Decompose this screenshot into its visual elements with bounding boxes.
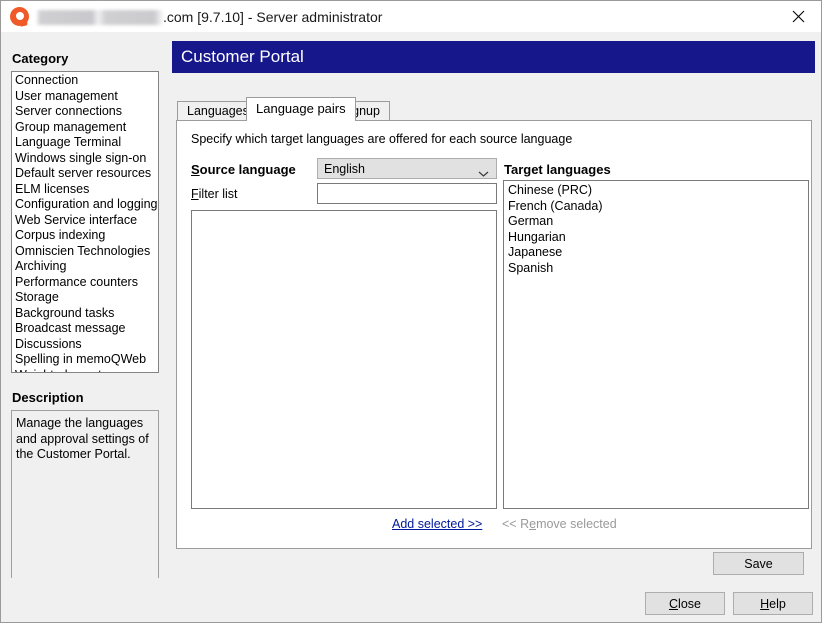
sidebar-item-omniscien-technologies[interactable]: Omniscien Technologies <box>12 244 158 260</box>
close-button[interactable]: Close <box>645 592 725 615</box>
sidebar-item-corpus-indexing[interactable]: Corpus indexing <box>12 228 158 244</box>
close-button-accel: C <box>669 597 678 611</box>
source-language-dropdown[interactable]: English <box>317 158 497 179</box>
sidebar-item-performance-counters[interactable]: Performance counters <box>12 275 158 291</box>
source-language-label-rest: ource language <box>200 162 296 177</box>
remove-selected-link: << Remove selected <box>502 517 617 531</box>
tab-language-pairs[interactable]: Language pairs <box>246 97 356 121</box>
description-box: Manage the languages and approval settin… <box>11 410 159 594</box>
sidebar-item-connection[interactable]: Connection <box>12 73 158 89</box>
memoq-logo-icon <box>10 7 30 27</box>
sidebar-item-background-tasks[interactable]: Background tasks <box>12 306 158 322</box>
filter-list-label-rest: ilter list <box>199 187 238 201</box>
description-heading: Description <box>2 390 84 405</box>
source-language-label: Source language <box>191 162 296 177</box>
content-pane: Customer Portal Languages Language pairs… <box>172 41 815 578</box>
target-language-item[interactable]: Spanish <box>504 261 808 277</box>
sidebar-item-windows-single-sign-on[interactable]: Windows single sign-on <box>12 151 158 167</box>
target-languages-listbox[interactable]: Chinese (PRC)French (Canada)GermanHungar… <box>503 180 809 509</box>
sidebar-item-group-management[interactable]: Group management <box>12 120 158 136</box>
category-heading: Category <box>2 51 68 66</box>
target-language-item[interactable]: French (Canada) <box>504 199 808 215</box>
sidebar-item-language-terminal[interactable]: Language Terminal <box>12 135 158 151</box>
description-text: Manage the languages and approval settin… <box>16 416 152 463</box>
language-pairs-panel: Specify which target languages are offer… <box>176 120 812 549</box>
sidebar-item-weighted-counts[interactable]: Weighted counts <box>12 368 158 374</box>
window-titlebar: .com [9.7.10] - Server administrator <box>1 1 821 32</box>
target-languages-label: Target languages <box>504 162 611 177</box>
page-title: Customer Portal <box>172 47 304 67</box>
help-button[interactable]: Help <box>733 592 813 615</box>
sidebar-item-discussions[interactable]: Discussions <box>12 337 158 353</box>
filter-list-label-accel: F <box>191 187 199 201</box>
sidebar-item-broadcast-message[interactable]: Broadcast message <box>12 321 158 337</box>
filter-list-input[interactable] <box>317 183 497 204</box>
add-selected-text: dd selected >> <box>400 517 482 531</box>
remove-selected-after: move selected <box>536 517 617 531</box>
tabstrip: Languages Language pairs Signup <box>172 99 815 121</box>
category-listbox[interactable]: ConnectionUser managementServer connecti… <box>11 71 159 373</box>
save-button[interactable]: Save <box>713 552 804 575</box>
filter-list-label: Filter list <box>191 187 238 201</box>
sidebar-item-server-connections[interactable]: Server connections <box>12 104 158 120</box>
source-language-value: English <box>318 162 365 176</box>
target-language-item[interactable]: Chinese (PRC) <box>504 183 808 199</box>
sidebar-item-default-server-resources[interactable]: Default server resources <box>12 166 158 182</box>
sidebar-item-elm-licenses[interactable]: ELM licenses <box>12 182 158 198</box>
server-administrator-window: .com [9.7.10] - Server administrator Cat… <box>0 0 822 623</box>
source-language-label-accel: S <box>191 162 200 177</box>
add-selected-link[interactable]: Add selected >> <box>392 517 482 531</box>
instruction-text: Specify which target languages are offer… <box>191 132 572 146</box>
help-button-accel: H <box>760 597 769 611</box>
target-language-item[interactable]: Hungarian <box>504 230 808 246</box>
sidebar-item-spelling-in-memoqweb[interactable]: Spelling in memoQWeb <box>12 352 158 368</box>
window-title: .com [9.7.10] - Server administrator <box>163 9 382 25</box>
target-language-item[interactable]: Japanese <box>504 245 808 261</box>
chevron-down-icon <box>478 165 489 183</box>
sidebar-item-storage[interactable]: Storage <box>12 290 158 306</box>
source-languages-listbox[interactable] <box>191 210 497 509</box>
page-header: Customer Portal <box>172 41 815 73</box>
redacted-server-name <box>36 10 164 25</box>
help-button-rest: elp <box>769 597 786 611</box>
close-icon[interactable] <box>775 1 821 31</box>
remove-selected-before: << R <box>502 517 529 531</box>
sidebar-item-web-service-interface[interactable]: Web Service interface <box>12 213 158 229</box>
dialog-footer: Close Help <box>1 578 821 622</box>
target-language-item[interactable]: German <box>504 214 808 230</box>
category-panel: Category ConnectionUser managementServer… <box>2 38 166 598</box>
sidebar-item-user-management[interactable]: User management <box>12 89 158 105</box>
sidebar-item-configuration-and-logging[interactable]: Configuration and logging <box>12 197 158 213</box>
sidebar-item-archiving[interactable]: Archiving <box>12 259 158 275</box>
close-button-rest: lose <box>678 597 701 611</box>
